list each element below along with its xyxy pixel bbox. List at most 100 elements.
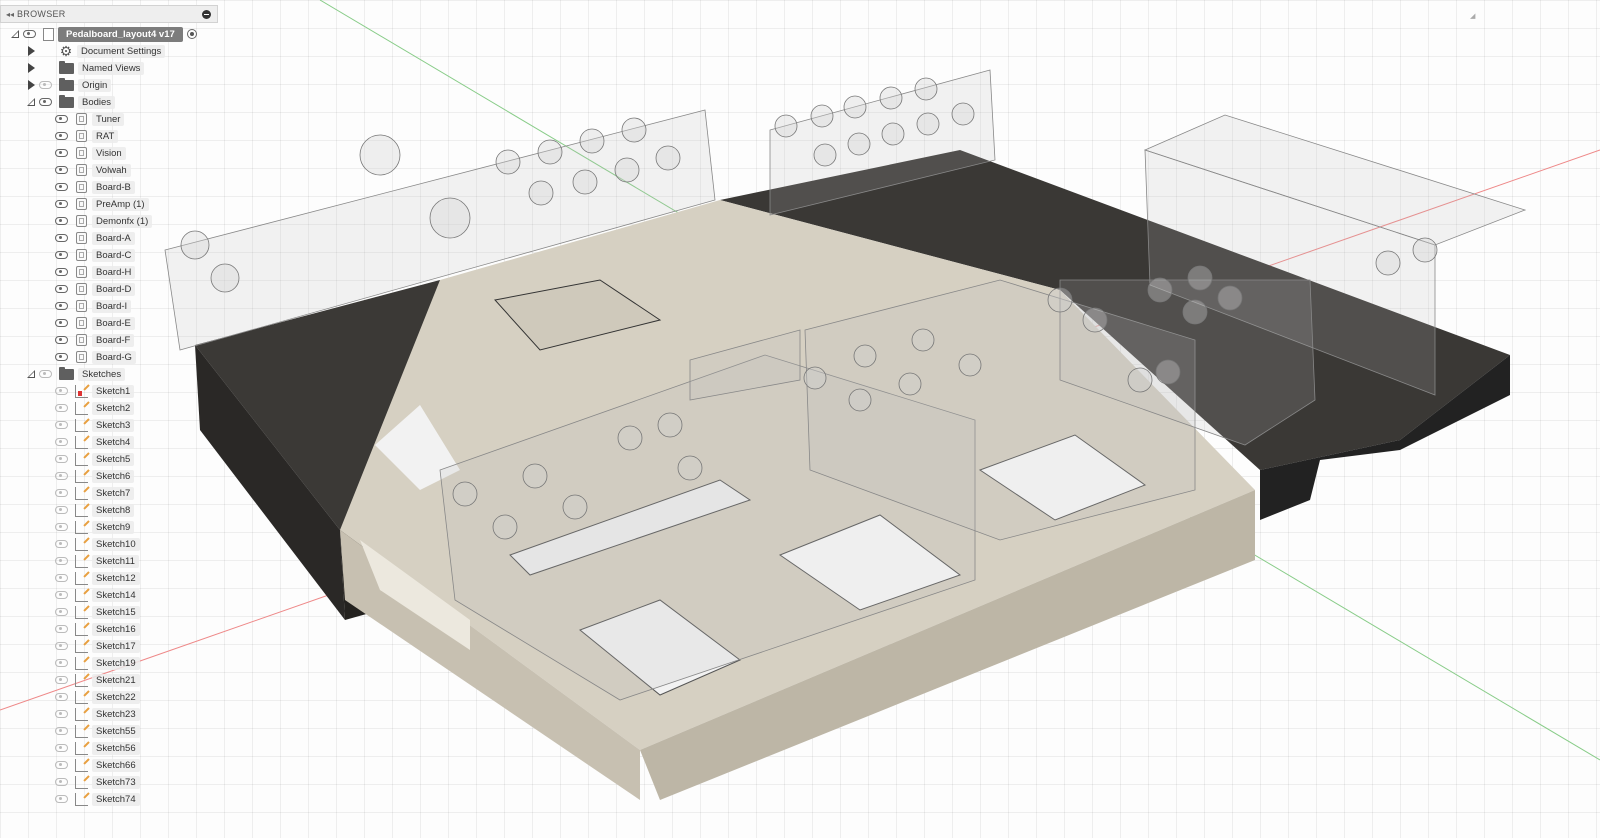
visibility-eye-icon[interactable] xyxy=(55,387,68,395)
sketch-label[interactable]: Sketch66 xyxy=(92,758,140,772)
tree-root[interactable]: Pedalboard_layout4 v17 xyxy=(10,26,197,42)
sketch-label[interactable]: Sketch4 xyxy=(92,435,135,449)
visibility-eye-icon[interactable] xyxy=(55,778,68,786)
visibility-eye-icon[interactable] xyxy=(55,489,68,497)
sketch-label[interactable]: Sketch73 xyxy=(92,775,140,789)
sketch-item[interactable]: Sketch9 xyxy=(52,519,135,535)
sketch-label[interactable]: Sketch21 xyxy=(92,673,140,687)
body-label[interactable]: Board-A xyxy=(92,231,135,245)
visibility-eye-icon[interactable] xyxy=(55,183,68,191)
sketch-label[interactable]: Sketch15 xyxy=(92,605,140,619)
sketch-label[interactable]: Sketch12 xyxy=(92,571,140,585)
visibility-eye-icon[interactable] xyxy=(55,421,68,429)
visibility-eye-icon[interactable] xyxy=(55,251,68,259)
visibility-eye-icon[interactable] xyxy=(55,523,68,531)
body-item[interactable]: Board-C xyxy=(52,247,136,263)
node-label[interactable]: Bodies xyxy=(78,95,116,109)
body-item[interactable]: Vision xyxy=(52,145,126,161)
model-canvas[interactable]: ◢ xyxy=(0,0,1600,838)
collapse-panel-icon[interactable]: ◂◂ xyxy=(3,10,17,19)
visibility-eye-icon[interactable] xyxy=(39,81,52,89)
body-label[interactable]: Tuner xyxy=(92,112,125,126)
visibility-eye-icon[interactable] xyxy=(55,472,68,480)
body-item[interactable]: Board-A xyxy=(52,230,135,246)
visibility-eye-icon[interactable] xyxy=(55,404,68,412)
sketch-label[interactable]: Sketch16 xyxy=(92,622,140,636)
body-item[interactable]: PreAmp (1) xyxy=(52,196,149,212)
sketch-item[interactable]: Sketch19 xyxy=(52,655,140,671)
visibility-eye-icon[interactable] xyxy=(55,285,68,293)
sketch-item[interactable]: Sketch1 xyxy=(52,383,135,399)
sketch-item[interactable]: Sketch66 xyxy=(52,757,140,773)
sketch-label[interactable]: Sketch10 xyxy=(92,537,140,551)
visibility-eye-icon[interactable] xyxy=(55,166,68,174)
sketch-item[interactable]: Sketch3 xyxy=(52,417,135,433)
visibility-eye-icon[interactable] xyxy=(39,98,52,106)
body-item[interactable]: Board-F xyxy=(52,332,135,348)
sketch-item[interactable]: Sketch7 xyxy=(52,485,135,501)
tree-node-named-views[interactable]: Named Views xyxy=(26,60,145,76)
visibility-eye-icon[interactable] xyxy=(55,710,68,718)
sketch-label[interactable]: Sketch11 xyxy=(92,554,139,568)
pin-panel-icon[interactable] xyxy=(202,9,211,19)
visibility-eye-icon[interactable] xyxy=(23,30,36,38)
visibility-eye-icon[interactable] xyxy=(55,676,68,684)
body-label[interactable]: Board-C xyxy=(92,248,136,262)
visibility-eye-icon[interactable] xyxy=(55,693,68,701)
body-label[interactable]: Volwah xyxy=(92,163,131,177)
visibility-eye-icon[interactable] xyxy=(55,506,68,514)
collapse-bodies-icon[interactable] xyxy=(26,96,36,108)
sketch-label[interactable]: Sketch55 xyxy=(92,724,140,738)
visibility-eye-icon[interactable] xyxy=(55,319,68,327)
root-label[interactable]: Pedalboard_layout4 v17 xyxy=(58,26,183,42)
sketch-item[interactable]: Sketch4 xyxy=(52,434,135,450)
visibility-eye-icon[interactable] xyxy=(55,438,68,446)
sketch-label[interactable]: Sketch14 xyxy=(92,588,140,602)
browser-header[interactable]: ◂◂ BROWSER xyxy=(0,5,218,23)
sketch-item[interactable]: Sketch11 xyxy=(52,553,139,569)
body-item[interactable]: Board-I xyxy=(52,298,132,314)
body-label[interactable]: PreAmp (1) xyxy=(92,197,149,211)
node-label[interactable]: Document Settings xyxy=(77,44,166,58)
tree-node-document-settings[interactable]: ⚙ Document Settings xyxy=(26,43,166,59)
visibility-eye-icon[interactable] xyxy=(55,302,68,310)
body-label[interactable]: Board-E xyxy=(92,316,135,330)
visibility-eye-icon[interactable] xyxy=(55,353,68,361)
sketch-item[interactable]: Sketch23 xyxy=(52,706,140,722)
sketch-item[interactable]: Sketch22 xyxy=(52,689,140,705)
node-label[interactable]: Origin xyxy=(78,78,112,92)
visibility-eye-icon[interactable] xyxy=(55,557,68,565)
visibility-eye-icon[interactable] xyxy=(55,115,68,123)
sketch-label[interactable]: Sketch22 xyxy=(92,690,140,704)
visibility-eye-icon[interactable] xyxy=(55,659,68,667)
expand-named-views-icon[interactable] xyxy=(26,62,36,74)
sketch-item[interactable]: Sketch8 xyxy=(52,502,135,518)
sketch-label[interactable]: Sketch6 xyxy=(92,469,135,483)
visibility-eye-icon[interactable] xyxy=(55,132,68,140)
visibility-eye-icon[interactable] xyxy=(55,149,68,157)
sketch-label[interactable]: Sketch17 xyxy=(92,639,140,653)
body-label[interactable]: Board-I xyxy=(92,299,132,313)
visibility-eye-icon[interactable] xyxy=(55,234,68,242)
tree-node-bodies[interactable]: Bodies xyxy=(26,94,116,110)
sketch-item[interactable]: Sketch14 xyxy=(52,587,140,603)
sketch-label[interactable]: Sketch23 xyxy=(92,707,140,721)
body-label[interactable]: Board-D xyxy=(92,282,136,296)
sketch-label[interactable]: Sketch8 xyxy=(92,503,135,517)
node-label[interactable]: Named Views xyxy=(78,61,145,75)
activate-radio-icon[interactable] xyxy=(186,29,197,39)
body-label[interactable]: Demonfx (1) xyxy=(92,214,153,228)
body-label[interactable]: Board-F xyxy=(92,333,135,347)
sketch-item[interactable]: Sketch12 xyxy=(52,570,140,586)
sketch-label[interactable]: Sketch3 xyxy=(92,418,135,432)
body-item[interactable]: Board-H xyxy=(52,264,136,280)
body-label[interactable]: RAT xyxy=(92,129,119,143)
visibility-eye-icon[interactable] xyxy=(55,795,68,803)
body-item[interactable]: RAT xyxy=(52,128,119,144)
body-item[interactable]: Tuner xyxy=(52,111,125,127)
visibility-eye-icon[interactable] xyxy=(55,540,68,548)
sketch-item[interactable]: Sketch15 xyxy=(52,604,140,620)
body-item[interactable]: Board-D xyxy=(52,281,136,297)
visibility-eye-icon[interactable] xyxy=(55,200,68,208)
sketch-item[interactable]: Sketch2 xyxy=(52,400,135,416)
